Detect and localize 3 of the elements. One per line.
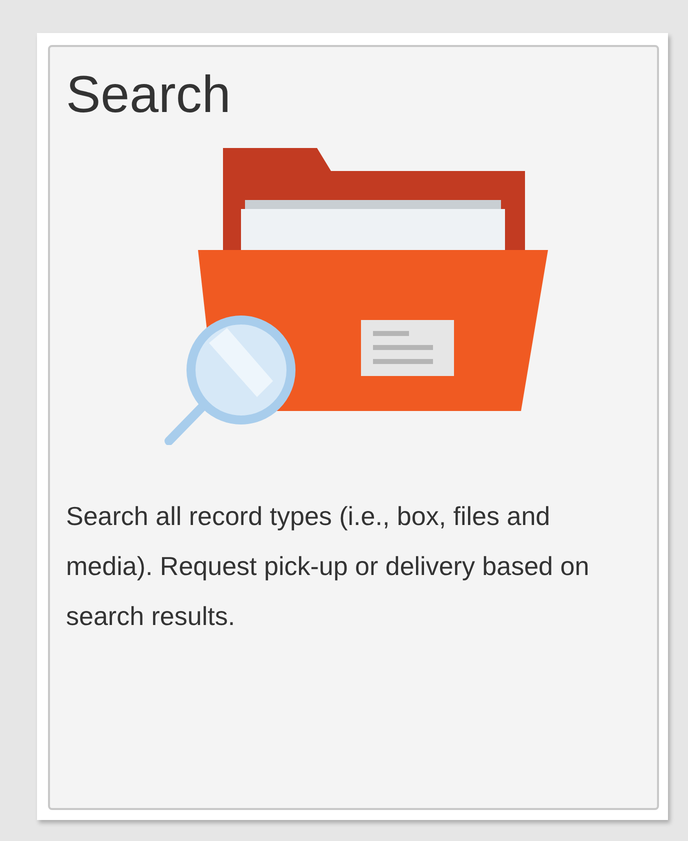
- card-description: Search all record types (i.e., box, files and media). Request pick-up or delivery based on search results.: [66, 500, 590, 633]
- card-title: Search: [66, 65, 231, 125]
- search-card[interactable]: Search Search all record types (i.e., box, files and media). Request pick-up or delivery based on search results.: [48, 45, 659, 810]
